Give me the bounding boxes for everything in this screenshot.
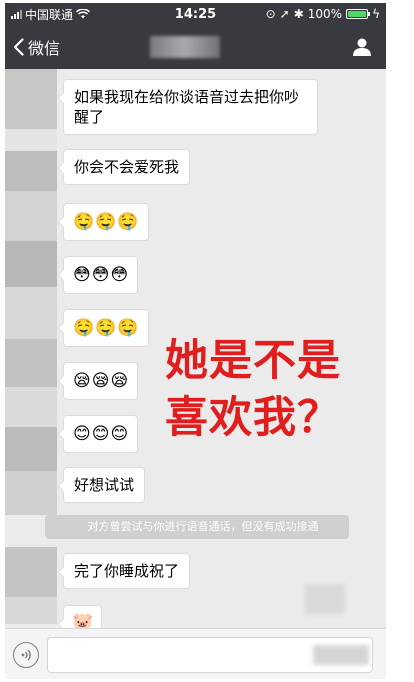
message-bubble[interactable]: 😳 😳 😳 xyxy=(57,256,139,294)
status-right: ⊙ ➚ ✱ 100% ϟ xyxy=(266,7,380,21)
message-bubble[interactable]: 😊 😊 😊 xyxy=(57,415,139,453)
back-label: 微信 xyxy=(28,39,61,58)
avatar xyxy=(5,129,57,151)
overlay-caption-line1: 她是不是 xyxy=(165,336,341,386)
smiling-face-icon: 😊 xyxy=(110,424,129,444)
smiling-face-icon: 😊 xyxy=(73,424,91,444)
avatar xyxy=(5,427,57,471)
status-bar: 中国联通 14:25 ⊙ ➚ ✱ 100% ϟ xyxy=(5,3,386,25)
avatar xyxy=(5,287,57,339)
message-bubble[interactable]: 好想试试 xyxy=(57,467,146,503)
back-button[interactable]: 微信 xyxy=(13,35,60,59)
bluetooth-icon: ✱ xyxy=(293,7,304,21)
avatar-column-blurred xyxy=(5,69,57,624)
avatar xyxy=(5,597,57,624)
message-bubble[interactable]: 如果我现在给你谈语音过去把你吵醒了 xyxy=(58,79,318,135)
overlay-caption-line2: 喜欢我？ xyxy=(165,393,341,443)
avatar xyxy=(5,387,57,427)
blur-patch xyxy=(313,645,369,665)
message-bubble[interactable]: 😪 😪 😪 xyxy=(57,362,139,400)
flushed-face-icon: 😳 xyxy=(110,265,129,285)
sleepy-face-icon: 😪 xyxy=(73,371,91,391)
avatar xyxy=(5,69,57,129)
chat-area[interactable]: 如果我现在给你谈语音过去把你吵醒了 你会不会爱死我 🤤 🤤 🤤 😳 😳 😳 🤤 … xyxy=(5,69,386,637)
avatar xyxy=(5,471,57,515)
charging-icon: ϟ xyxy=(372,7,380,21)
sleepy-face-icon: 😪 xyxy=(91,371,110,391)
voice-button[interactable] xyxy=(13,642,39,668)
avatar xyxy=(5,191,57,241)
message-bubble[interactable]: 🤤 🤤 🤤 xyxy=(58,203,149,241)
drooling-face-icon: 🤤 xyxy=(117,212,139,232)
carrier-label: 中国联通 xyxy=(25,7,74,22)
input-bar xyxy=(5,628,386,679)
drooling-face-icon: 🤤 xyxy=(73,318,95,338)
avatar xyxy=(5,547,57,597)
message-bubble[interactable]: 你会不会爱死我 xyxy=(57,149,191,185)
sleepy-face-icon: 😪 xyxy=(110,371,129,391)
flushed-face-icon: 😳 xyxy=(73,265,91,285)
avatar xyxy=(5,339,57,387)
voice-icon xyxy=(21,649,31,661)
message-bubble[interactable]: 完了你睡成祝了 xyxy=(57,553,191,589)
person-icon xyxy=(353,38,371,56)
signal-icon xyxy=(11,9,22,19)
drooling-face-icon: 🤤 xyxy=(95,318,117,338)
wifi-icon xyxy=(76,9,91,19)
flushed-face-icon: 😳 xyxy=(91,265,110,285)
battery-percent: 100% xyxy=(307,7,343,21)
message-bubble[interactable]: 🤤 🤤 🤤 xyxy=(58,309,149,347)
drooling-face-icon: 🤤 xyxy=(73,212,95,232)
blur-patch xyxy=(305,584,345,614)
chat-navbar: 微信 xyxy=(5,25,386,69)
avatar xyxy=(5,151,57,191)
battery-fill xyxy=(348,11,367,17)
orientation-lock-icon: ⊙ xyxy=(265,7,276,21)
battery-icon xyxy=(346,9,371,19)
system-notice: 对方曾尝试与你进行语音通话，但没有成功接通 xyxy=(45,515,349,539)
drooling-face-icon: 🤤 xyxy=(95,212,117,232)
chevron-left-icon xyxy=(13,38,24,56)
phone-screen: 中国联通 14:25 ⊙ ➚ ✱ 100% ϟ 微信 如果我现在给你谈语音过去把… xyxy=(5,3,386,679)
status-left: 中国联通 xyxy=(11,6,91,23)
smiling-face-icon: 😊 xyxy=(91,424,110,444)
avatar xyxy=(5,241,57,287)
contact-name-blurred xyxy=(150,36,220,58)
profile-button[interactable] xyxy=(352,37,372,61)
location-icon: ➚ xyxy=(279,7,290,21)
drooling-face-icon: 🤤 xyxy=(117,318,139,338)
